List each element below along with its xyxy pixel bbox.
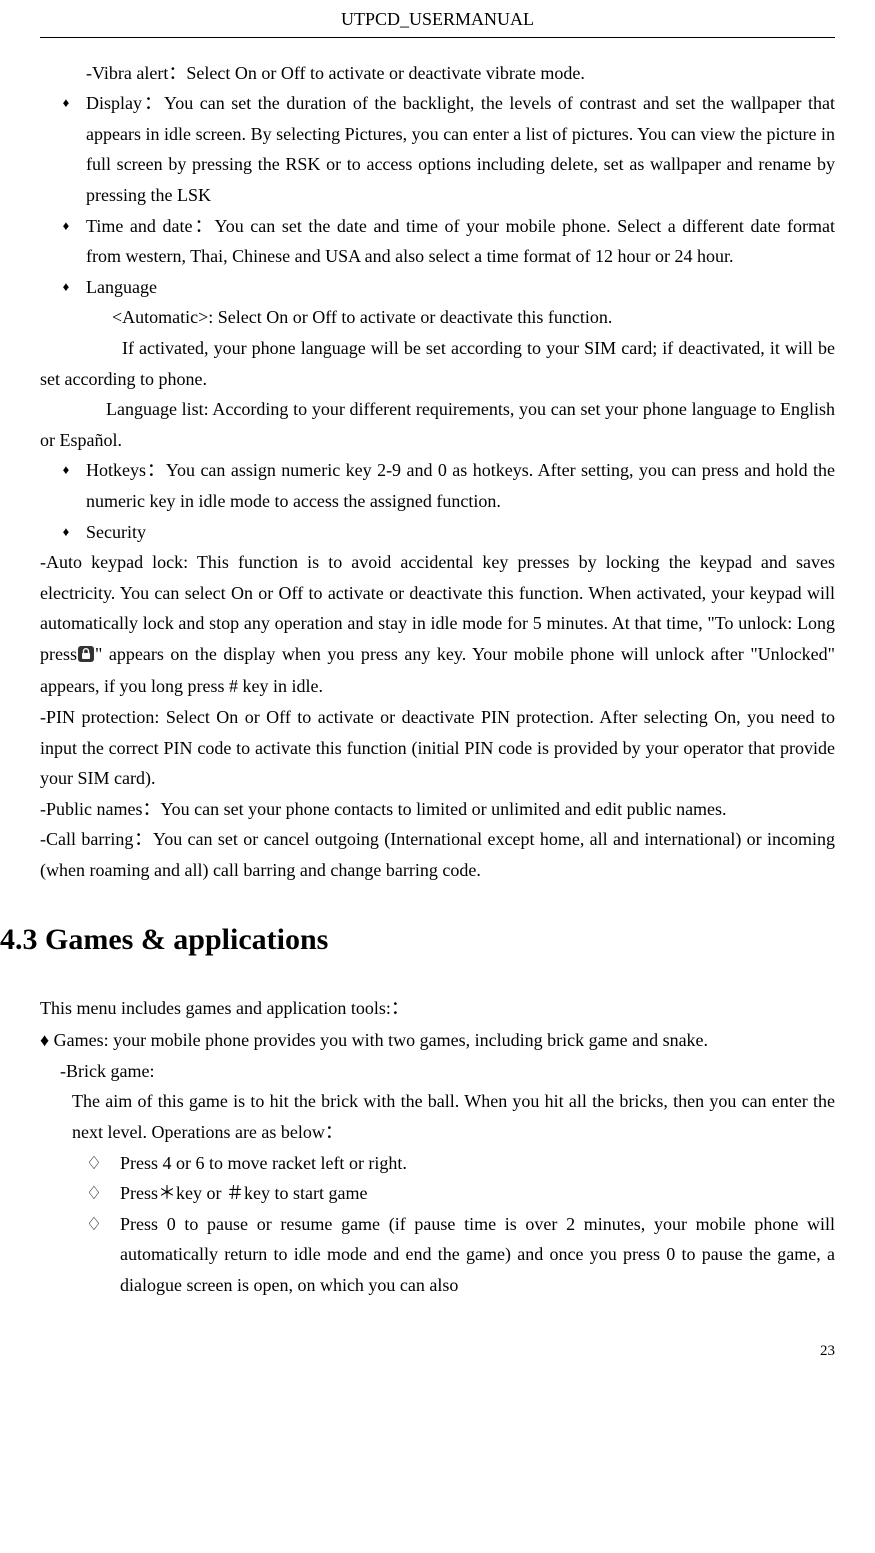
display-text: Display：You can set the duration of the …: [86, 88, 835, 210]
brick-op-2-text: Press＊key or ＃key to start game: [120, 1178, 835, 1209]
auto-keypad-lock-text: -Auto keypad lock: This function is to a…: [40, 547, 835, 702]
brick-op-3-text: Press 0 to pause or resume game (if paus…: [120, 1209, 835, 1301]
vibra-alert-line: -Vibra alert：Select On or Off to activat…: [86, 58, 835, 89]
timedate-text: Time and date：You can set the date and t…: [86, 211, 835, 272]
brick-game-header: -Brick game:: [60, 1056, 835, 1087]
language-automatic-line: <Automatic>: Select On or Off to activat…: [112, 302, 835, 333]
page-number: 23: [40, 1339, 835, 1365]
language-item: ♦ Language: [46, 272, 835, 303]
hotkeys-item: ♦ Hotkeys：You can assign numeric key 2-9…: [46, 455, 835, 516]
language-automatic-desc: If activated, your phone language will b…: [40, 333, 835, 394]
page-content: -Vibra alert：Select On or Off to activat…: [40, 58, 835, 1301]
bullet-diamond-icon: ♦: [46, 517, 86, 548]
pin-protection-text: -PIN protection: Select On or Off to act…: [40, 702, 835, 794]
doc-header: UTPCD_USERMANUAL: [40, 0, 835, 38]
brick-op-1: ♢ Press 4 or 6 to move racket left or ri…: [68, 1148, 835, 1179]
timedate-item: ♦ Time and date：You can set the date and…: [46, 211, 835, 272]
language-list-line: Language list: According to your differe…: [40, 394, 835, 455]
bullet-diamond-icon: ♦: [46, 211, 86, 272]
call-barring-text: -Call barring：You can set or cancel outg…: [40, 824, 835, 885]
bullet-diamond-icon: ♦: [46, 455, 86, 516]
lock-icon: [78, 641, 94, 672]
bullet-diamond-icon: ♦: [46, 272, 86, 303]
public-names-text: -Public names：You can set your phone con…: [40, 794, 835, 825]
display-item: ♦ Display：You can set the duration of th…: [46, 88, 835, 210]
sec-post: " appears on the display when you press …: [40, 644, 835, 697]
brick-op-3: ♢ Press 0 to pause or resume game (if pa…: [68, 1209, 835, 1301]
open-diamond-icon: ♢: [68, 1178, 120, 1209]
bullet-diamond-icon: ♦: [46, 88, 86, 210]
open-diamond-icon: ♢: [68, 1209, 120, 1301]
security-label: Security: [86, 517, 835, 548]
games-bullet: ♦ Games: your mobile phone provides you …: [40, 1025, 835, 1056]
section-heading-games: 4.3 Games & applications: [0, 914, 835, 965]
hotkeys-text: Hotkeys：You can assign numeric key 2-9 a…: [86, 455, 835, 516]
brick-game-body: The aim of this game is to hit the brick…: [72, 1086, 835, 1147]
brick-op-2: ♢ Press＊key or ＃key to start game: [68, 1178, 835, 1209]
open-diamond-icon: ♢: [68, 1148, 120, 1179]
language-label: Language: [86, 272, 835, 303]
brick-op-1-text: Press 4 or 6 to move racket left or righ…: [120, 1148, 835, 1179]
games-intro: This menu includes games and application…: [40, 993, 835, 1024]
security-item: ♦ Security: [46, 517, 835, 548]
